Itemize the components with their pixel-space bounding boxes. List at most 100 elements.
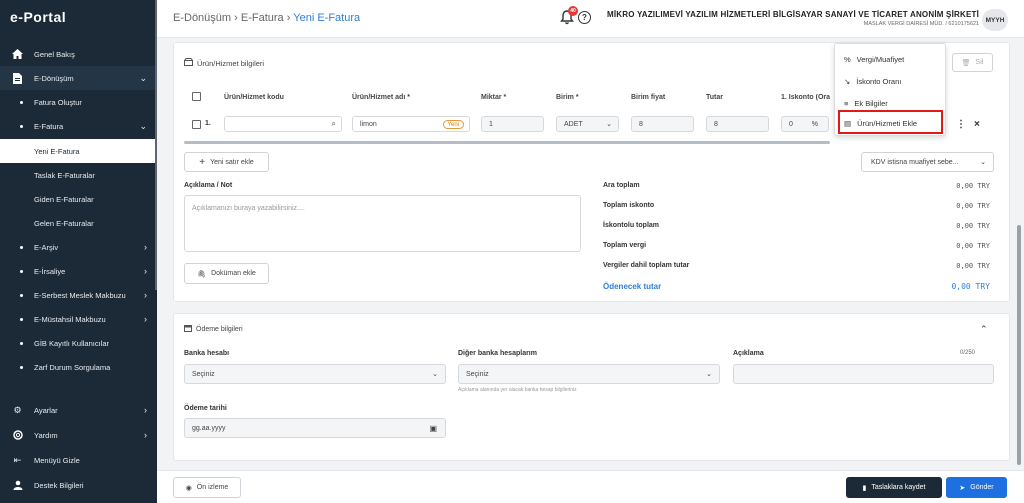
product-code-input[interactable]: ⌕ — [224, 116, 342, 132]
total-value: 0,00 TRY — [956, 222, 990, 230]
box-icon — [184, 58, 193, 68]
payment-date-label: Ödeme tarihi — [184, 405, 227, 412]
sidebar-item-e-arsiv[interactable]: E-Arşiv › — [0, 235, 155, 259]
avatar[interactable]: MYYH — [982, 9, 1008, 31]
unit-price-input[interactable]: 8 — [631, 116, 694, 132]
sidebar-item-e-donusum[interactable]: E-Dönüşüm ⌄ — [0, 66, 155, 90]
total-label: Toplam vergi — [603, 242, 647, 249]
sidebar-item-label: E-Arşiv — [34, 242, 59, 252]
column-header: Birim * — [556, 94, 579, 101]
chevron-right-icon: › — [144, 314, 147, 324]
send-button[interactable]: ➤ Gönder — [946, 477, 1007, 498]
calendar-icon[interactable]: ▣ — [429, 424, 437, 433]
home-icon — [12, 49, 23, 60]
chevron-right-icon: › — [234, 12, 241, 24]
sidebar-item-label: E-Fatura — [34, 121, 64, 131]
sidebar-item-label: Ayarlar — [34, 405, 58, 415]
chevron-right-icon: › — [144, 290, 147, 300]
preview-button[interactable]: ◉ Ön izleme — [173, 477, 241, 498]
menu-item-label: Ek Bilgiler — [854, 99, 888, 108]
character-counter: 0/250 — [960, 350, 976, 356]
description-input[interactable] — [733, 364, 994, 384]
sidebar-item-e-irsaliye[interactable]: E-İrsaliye › — [0, 259, 155, 283]
list-icon: ≡ — [844, 99, 849, 108]
payment-date-value: gg.aa.yyyy — [192, 424, 226, 432]
bank-select-value: Seçiniz — [192, 370, 215, 378]
more-options-icon[interactable]: ⋮ — [956, 119, 966, 130]
app-logo[interactable]: e-Portal — [10, 9, 66, 25]
quantity-input[interactable]: 1 — [481, 116, 544, 132]
bullet-icon — [20, 365, 23, 369]
discount-input[interactable]: 0 % — [781, 116, 829, 132]
select-all-checkbox[interactable] — [192, 92, 201, 101]
chevron-up-icon[interactable]: ⌃ — [980, 324, 988, 335]
unit-select[interactable]: ADET ⌄ — [556, 116, 619, 132]
row-checkbox[interactable] — [192, 120, 201, 129]
menu-item-label: İskonto Oranı — [856, 77, 902, 86]
attach-label: Doküman ekle — [211, 270, 256, 277]
lifebuoy-icon — [12, 430, 23, 441]
sidebar-item-e-serbest-meslek[interactable]: E-Serbest Meslek Makbuzu › — [0, 283, 155, 307]
other-bank-label: Diğer banka hesaplarım — [458, 350, 537, 357]
sidebar-item-support[interactable]: Destek Bilgileri — [0, 473, 155, 497]
chevron-down-icon: ⌄ — [139, 120, 147, 131]
add-row-button[interactable]: + Yeni satır ekle — [184, 152, 269, 172]
sidebar-item-gelen[interactable]: Gelen E-Faturalar — [0, 211, 155, 235]
sidebar-item-label: Yeni E-Fatura — [34, 146, 80, 156]
company-tax-info: MASLAK VERGİ DAİRESİ MÜD. / 6210175621 — [863, 21, 979, 27]
sidebar-item-label: Gelen E-Faturalar — [34, 218, 94, 228]
column-header: Miktar * — [481, 94, 507, 101]
sidebar-item-giden[interactable]: Giden E-Faturalar — [0, 187, 155, 211]
page-scrollbar[interactable] — [1017, 225, 1021, 465]
search-icon[interactable]: ⌕ — [332, 119, 336, 129]
sidebar-item-help[interactable]: Yardım › — [0, 423, 155, 447]
delete-button[interactable]: 🗑 Sil — [952, 53, 993, 72]
total-value: 0,00 TRY — [956, 202, 990, 210]
total-label: İskontolu toplam — [603, 222, 659, 229]
breadcrumb: E-Dönüşüm › E-Fatura › Yeni E-Fatura — [173, 12, 360, 24]
save-draft-button[interactable]: ▮ Taslaklara kaydet — [846, 477, 942, 498]
bullet-icon — [20, 100, 23, 104]
column-header: Ürün/Hizmet adı * — [352, 94, 410, 101]
sidebar-item-hide-menu[interactable]: ⇤ Menüyü Gizle — [0, 448, 155, 472]
sidebar-item-label: Menüyü Gizle — [34, 455, 80, 465]
user-icon — [12, 480, 23, 491]
sidebar-item-gib-users[interactable]: GİB Kayıtlı Kullanıcılar — [0, 331, 155, 355]
sidebar-item-label: E-Dönüşüm — [34, 73, 74, 83]
column-header: 1. İskonto (Ora — [781, 94, 831, 101]
product-name-input[interactable]: limon Yeni — [352, 116, 470, 132]
note-textarea[interactable]: Açıklamanızı buraya yazabilirsiniz.... — [184, 195, 581, 252]
sidebar-item-e-mustahsil[interactable]: E-Müstahsil Makbuzu › — [0, 307, 155, 331]
attach-document-button[interactable]: 🖇 Doküman ekle — [184, 263, 269, 284]
payment-date-input[interactable]: gg.aa.yyyy ▣ — [184, 418, 446, 438]
bank-select[interactable]: Seçiniz ⌄ — [184, 364, 446, 384]
chevron-right-icon: › — [144, 266, 147, 276]
sidebar-item-overview[interactable]: Genel Bakış — [0, 42, 155, 66]
amount-input[interactable]: 8 — [706, 116, 769, 132]
sidebar-item-settings[interactable]: ⚙ Ayarlar › — [0, 398, 155, 422]
calendar-icon — [184, 324, 192, 334]
breadcrumb-item[interactable]: E-Dönüşüm — [173, 12, 231, 24]
sidebar-item-fatura-olustur[interactable]: Fatura Oluştur — [0, 90, 155, 114]
remove-row-icon[interactable]: × — [974, 119, 980, 130]
sidebar-item-e-fatura[interactable]: E-Fatura ⌄ — [0, 114, 155, 138]
breadcrumb-item[interactable]: E-Fatura — [241, 12, 284, 24]
other-bank-select[interactable]: Seçiniz ⌄ — [458, 364, 720, 384]
kdv-exemption-select[interactable]: KDV istisna muafiyet sebe... ⌄ — [861, 152, 994, 172]
description-label: Açıklama — [733, 350, 764, 357]
help-icon[interactable]: ? — [578, 11, 591, 24]
sidebar-item-yeni-e-fatura[interactable]: Yeni E-Fatura — [0, 139, 155, 163]
menu-item-extra-info[interactable]: ≡ Ek Bilgiler — [844, 99, 888, 108]
sidebar-item-label: Taslak E-Faturalar — [34, 170, 95, 180]
table-horizontal-scrollbar[interactable] — [184, 141, 830, 144]
menu-item-tax-exemption[interactable]: % Vergi/Muafiyet — [844, 55, 904, 64]
payment-card — [173, 313, 1010, 461]
chevron-down-icon: ⌄ — [706, 371, 712, 378]
chevron-right-icon: › — [144, 242, 147, 252]
sidebar-item-taslak[interactable]: Taslak E-Faturalar — [0, 163, 155, 187]
menu-item-discount-rate[interactable]: ↘ İskonto Oranı — [844, 77, 901, 86]
payment-title: Ödeme bilgileri — [184, 324, 243, 334]
sidebar-scrollbar[interactable] — [155, 0, 157, 290]
sidebar-item-zarf-durum[interactable]: Zarf Durum Sorgulama — [0, 355, 155, 379]
other-bank-hint: Açıklama alanında yer alacak banka hesap… — [458, 387, 577, 393]
